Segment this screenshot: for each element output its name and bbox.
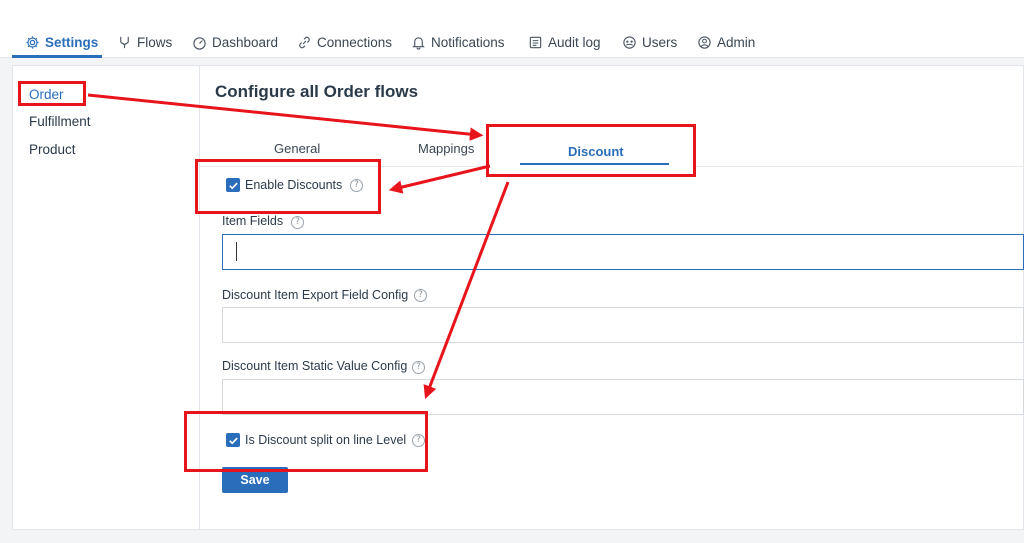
checkmark-icon xyxy=(228,182,238,189)
enable-discounts-checkbox[interactable] xyxy=(226,178,240,192)
tab-discount[interactable]: Discount xyxy=(568,144,624,159)
nav-audit-log-label: Audit log xyxy=(548,34,601,50)
export-field-config-input[interactable] xyxy=(222,307,1024,343)
users-icon xyxy=(623,35,636,49)
nav-notifications-label: Notifications xyxy=(431,34,505,50)
nav-admin-label: Admin xyxy=(717,34,756,50)
flows-icon xyxy=(120,36,129,48)
static-value-config-label: Discount Item Static Value Config xyxy=(222,359,408,373)
active-nav-indicator xyxy=(12,55,102,58)
nav-audit-log[interactable]: Audit log xyxy=(528,32,601,52)
item-fields-label: Item Fields xyxy=(222,214,284,228)
bell-icon xyxy=(412,36,425,50)
active-tab-indicator xyxy=(520,163,669,165)
checkmark-icon xyxy=(228,437,238,444)
split-line-level-checkbox[interactable] xyxy=(226,433,240,447)
help-icon[interactable]: ? xyxy=(350,179,363,192)
nav-notifications[interactable]: Notifications xyxy=(411,32,505,52)
gear-icon xyxy=(26,35,39,49)
sidebar-item-order[interactable]: Order xyxy=(29,87,64,102)
link-icon xyxy=(299,36,310,48)
split-line-level-label: Is Discount split on line Level xyxy=(245,433,407,447)
sidebar-item-product[interactable]: Product xyxy=(29,142,76,157)
nav-users[interactable]: Users xyxy=(622,32,677,52)
nav-flows-label: Flows xyxy=(137,34,173,50)
help-icon[interactable]: ? xyxy=(412,361,425,374)
nav-connections-label: Connections xyxy=(317,34,393,50)
text-caret xyxy=(236,242,237,261)
enable-discounts-label: Enable Discounts xyxy=(245,178,343,192)
sidebar-divider xyxy=(199,65,200,530)
save-button[interactable]: Save xyxy=(222,467,288,493)
admin-user-icon xyxy=(698,35,711,49)
top-navigation: Settings Flows Dashboard Connections Not… xyxy=(0,0,1024,58)
nav-admin[interactable]: Admin xyxy=(697,32,755,52)
nav-settings[interactable]: Settings xyxy=(25,32,98,52)
nav-dashboard-label: Dashboard xyxy=(212,34,279,50)
item-fields-input[interactable] xyxy=(222,234,1024,270)
static-value-config-input[interactable] xyxy=(222,379,1024,415)
sidebar-item-fulfillment[interactable]: Fulfillment xyxy=(29,114,91,129)
nav-flows[interactable]: Flows xyxy=(117,32,172,52)
nav-connections[interactable]: Connections xyxy=(297,32,392,52)
dashboard-icon xyxy=(193,36,206,50)
tab-mappings[interactable]: Mappings xyxy=(418,141,474,156)
help-icon[interactable]: ? xyxy=(291,216,304,229)
tab-general[interactable]: General xyxy=(274,141,320,156)
nav-dashboard[interactable]: Dashboard xyxy=(192,32,278,52)
audit-log-icon xyxy=(529,36,542,48)
nav-settings-label: Settings xyxy=(45,34,99,50)
help-icon[interactable]: ? xyxy=(414,289,427,302)
page-title: Configure all Order flows xyxy=(215,82,419,101)
export-field-config-label: Discount Item Export Field Config xyxy=(222,288,409,302)
nav-users-label: Users xyxy=(642,34,678,50)
help-icon[interactable]: ? xyxy=(412,434,425,447)
